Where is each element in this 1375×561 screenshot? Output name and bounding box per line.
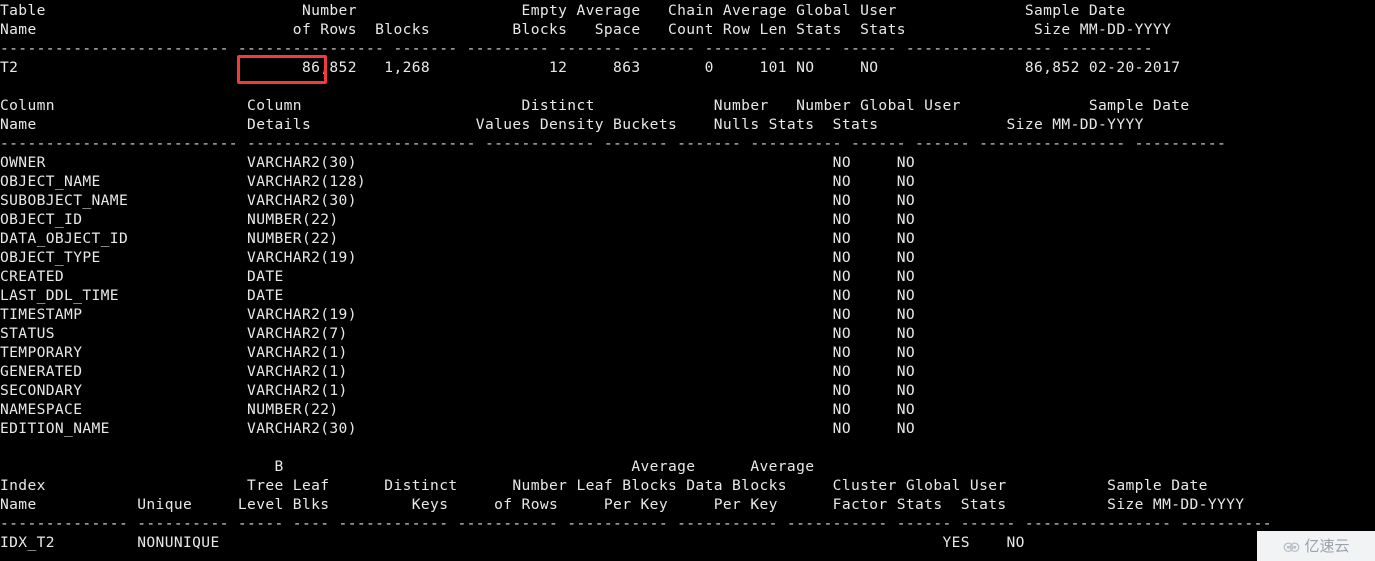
column-section-header-line-1: Column Column Distinct Number Number Glo… (0, 97, 1190, 114)
index-section-header-line-0: B Average Average (0, 458, 815, 475)
table-row: NAMESPACE NUMBER(22) NO NO (0, 401, 916, 418)
column-section-separator: -------------------------- -------------… (0, 135, 1227, 152)
table-section-header-line-1: Table Number Empty Average Chain Average… (0, 2, 1126, 19)
table-row: TIMESTAMP VARCHAR2(19) NO NO (0, 306, 916, 323)
index-section-separator: -------------- ---------- ----- ---- ---… (0, 515, 1272, 532)
table-row: OBJECT_TYPE VARCHAR2(19) NO NO (0, 249, 916, 266)
table-row: EDITION_NAME VARCHAR2(30) NO NO (0, 420, 916, 437)
index-section-header-line-1: Index Tree Leaf Distinct Number Leaf Blo… (0, 477, 1208, 494)
column-section-header-line-2: Name Details Values Density Buckets Null… (0, 116, 1144, 133)
table-section-row: T2 86,852 1,268 12 863 0 101 NO NO 86,85… (0, 59, 1181, 76)
watermark: 亿速云 (1257, 531, 1375, 561)
table-row: LAST_DDL_TIME DATE NO NO (0, 287, 916, 304)
index-section-header-line-2: Name Unique Level Blks Keys of Rows Per … (0, 496, 1245, 513)
table-row: GENERATED VARCHAR2(1) NO NO (0, 363, 916, 380)
table-row: TEMPORARY VARCHAR2(1) NO NO (0, 344, 916, 361)
cloud-icon (1282, 537, 1301, 556)
terminal-output: Table Number Empty Average Chain Average… (0, 0, 1375, 561)
watermark-label: 亿速云 (1304, 536, 1350, 555)
table-row: STATUS VARCHAR2(7) NO NO (0, 325, 916, 342)
table-row: SUBOBJECT_NAME VARCHAR2(30) NO NO (0, 192, 916, 209)
table-row: SECONDARY VARCHAR2(1) NO NO (0, 382, 916, 399)
table-row: IDX_T2 NONUNIQUE YES NO (0, 534, 1025, 551)
table-row: OBJECT_ID NUMBER(22) NO NO (0, 211, 916, 228)
table-section-separator: ------------------------- --------------… (0, 40, 1153, 57)
table-row: DATA_OBJECT_ID NUMBER(22) NO NO (0, 230, 916, 247)
table-row: OBJECT_NAME VARCHAR2(128) NO NO (0, 173, 916, 190)
table-section-header-line-2: Name of Rows Blocks Blocks Space Count R… (0, 21, 1172, 38)
table-row: OWNER VARCHAR2(30) NO NO (0, 154, 916, 171)
table-row: CREATED DATE NO NO (0, 268, 916, 285)
